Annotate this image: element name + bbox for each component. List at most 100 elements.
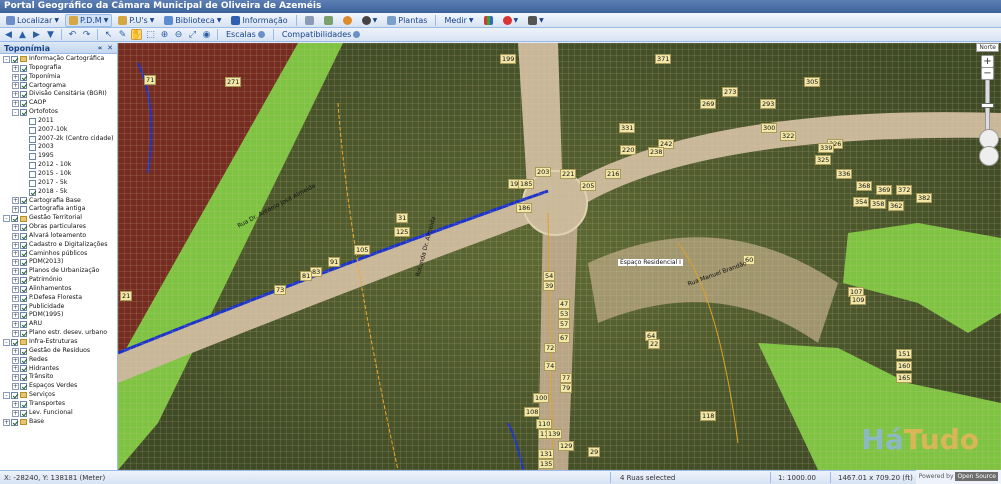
arrow-down-icon[interactable]: ▼ [45, 29, 56, 40]
layer-tree-item[interactable]: + Transportes [0, 400, 117, 409]
layer-tree-item[interactable]: + Cadastro e Digitalizações [0, 241, 117, 250]
expand-icon[interactable]: + [12, 91, 19, 99]
layer-checkbox[interactable] [20, 250, 27, 258]
expand-icon[interactable]: + [12, 206, 19, 214]
layer-tree-item[interactable]: 2017 - 5k [0, 179, 117, 188]
expand-icon[interactable]: + [12, 303, 19, 311]
zoom-slider-thumb[interactable] [981, 103, 994, 108]
expand-icon[interactable]: + [12, 409, 19, 417]
marker-button[interactable] [339, 14, 356, 27]
layer-checkbox[interactable] [11, 55, 18, 63]
expand-icon[interactable]: + [12, 268, 19, 276]
export-button[interactable] [320, 14, 337, 27]
layer-checkbox[interactable] [29, 170, 36, 178]
settings-menu-button[interactable]: ▼ [524, 14, 548, 27]
escalas-button[interactable]: Escalas [223, 30, 268, 39]
layer-checkbox[interactable] [20, 100, 27, 108]
layer-checkbox[interactable] [29, 135, 36, 143]
zoom-box-icon[interactable]: ⬚ [145, 29, 156, 40]
layer-checkbox[interactable] [20, 91, 27, 99]
collapse-icon[interactable]: - [3, 338, 10, 346]
layer-checkbox[interactable] [29, 162, 36, 170]
zoom-in-icon[interactable]: ⊕ [159, 29, 170, 40]
expand-icon[interactable]: + [12, 223, 19, 231]
layer-tree-item[interactable]: + Planos de Urbanização [0, 267, 117, 276]
layer-tree-item[interactable]: - Gestão Territorial [0, 214, 117, 223]
pus-menu-button[interactable]: P.U's ▼ [114, 14, 158, 27]
layer-tree-item[interactable]: + Plano estr. desev. urbano [0, 329, 117, 338]
layer-tree-item[interactable]: + Toponímia [0, 73, 117, 82]
layer-tree-item[interactable]: + Obras particulares [0, 223, 117, 232]
expand-icon[interactable]: + [12, 365, 19, 373]
expand-icon[interactable]: + [12, 250, 19, 258]
chart-button[interactable] [480, 14, 497, 27]
expand-icon[interactable]: + [12, 64, 19, 72]
layer-tree-item[interactable]: 2003 [0, 143, 117, 152]
layer-checkbox[interactable] [20, 241, 27, 249]
expand-icon[interactable]: + [12, 197, 19, 205]
layer-tree-item[interactable]: 2018 - 5k [0, 188, 117, 197]
edit-icon[interactable]: ✎ [117, 29, 128, 40]
layer-tree-item[interactable]: - Serviços [0, 391, 117, 400]
layer-checkbox[interactable] [20, 64, 27, 72]
redo-icon[interactable]: ↷ [81, 29, 92, 40]
layer-tree-item[interactable]: + Base [0, 418, 117, 427]
expand-icon[interactable]: + [12, 232, 19, 240]
layer-checkbox[interactable] [20, 312, 27, 320]
layer-checkbox[interactable] [20, 321, 27, 329]
layer-tree-item[interactable]: + P.Defesa Floresta [0, 294, 117, 303]
expand-icon[interactable]: + [12, 82, 19, 90]
collapse-icon[interactable]: « [96, 44, 104, 52]
layer-tree-item[interactable]: + Gestão de Resíduos [0, 347, 117, 356]
layer-tree-item[interactable]: + Alvará loteamento [0, 232, 117, 241]
layer-checkbox[interactable] [20, 259, 27, 267]
layer-checkbox[interactable] [20, 409, 27, 417]
layer-checkbox[interactable] [20, 347, 27, 355]
expand-icon[interactable]: + [12, 277, 19, 285]
layer-checkbox[interactable] [20, 73, 27, 81]
expand-icon[interactable]: + [12, 356, 19, 364]
layer-tree-item[interactable]: + ARU [0, 320, 117, 329]
expand-icon[interactable]: + [12, 330, 19, 338]
layer-tree-item[interactable]: + PDM(2013) [0, 258, 117, 267]
layer-checkbox[interactable] [29, 144, 36, 152]
layer-checkbox[interactable] [20, 223, 27, 231]
expand-icon[interactable]: + [3, 418, 10, 426]
pan-hand-icon[interactable]: ✋ [131, 29, 142, 40]
layer-tree-item[interactable]: + Lev. Funcional [0, 409, 117, 418]
layer-tree-item[interactable]: + Cartografia Base [0, 197, 117, 206]
expand-icon[interactable]: + [12, 400, 19, 408]
layer-tree-item[interactable]: + Publicidade [0, 303, 117, 312]
layer-checkbox[interactable] [20, 400, 27, 408]
globe-icon[interactable]: ◉ [201, 29, 212, 40]
layer-tree-item[interactable]: 2012 - 10k [0, 161, 117, 170]
layer-checkbox[interactable] [20, 330, 27, 338]
zoom-out-icon[interactable]: ⊖ [173, 29, 184, 40]
expand-icon[interactable]: + [12, 285, 19, 293]
layer-checkbox[interactable] [11, 391, 18, 399]
layer-checkbox[interactable] [20, 303, 27, 311]
close-icon[interactable]: ✕ [106, 44, 114, 52]
informacao-button[interactable]: Informação [227, 14, 291, 27]
expand-icon[interactable]: + [12, 383, 19, 391]
layer-checkbox[interactable] [29, 179, 36, 187]
layer-checkbox[interactable] [29, 188, 36, 196]
expand-icon[interactable]: + [12, 241, 19, 249]
layer-checkbox[interactable] [29, 117, 36, 125]
arrow-left-icon[interactable]: ◀ [3, 29, 14, 40]
map-canvas[interactable]: 199 371 71 271 305 269 273 293 331 300 322 325 326 33… [118, 43, 1001, 470]
layer-tree-item[interactable]: + PDM(1995) [0, 311, 117, 320]
layer-checkbox[interactable] [20, 356, 27, 364]
select-pointer-icon[interactable]: ↖ [103, 29, 114, 40]
pan-pad-icon[interactable] [979, 146, 999, 166]
layer-tree-item[interactable]: 2015 - 10k [0, 170, 117, 179]
arrow-up-icon[interactable]: ▲ [17, 29, 28, 40]
layer-tree-item[interactable]: 2007-10k [0, 126, 117, 135]
expand-icon[interactable]: + [12, 73, 19, 81]
layer-tree-item[interactable]: + Topografia [0, 64, 117, 73]
layer-tree-item[interactable]: - Infra-Estruturas [0, 338, 117, 347]
layer-checkbox[interactable] [29, 153, 36, 161]
layer-tree-item[interactable]: + Redes [0, 356, 117, 365]
tools-menu-button[interactable]: ▼ [358, 14, 382, 27]
layer-tree-item[interactable]: + Património [0, 276, 117, 285]
